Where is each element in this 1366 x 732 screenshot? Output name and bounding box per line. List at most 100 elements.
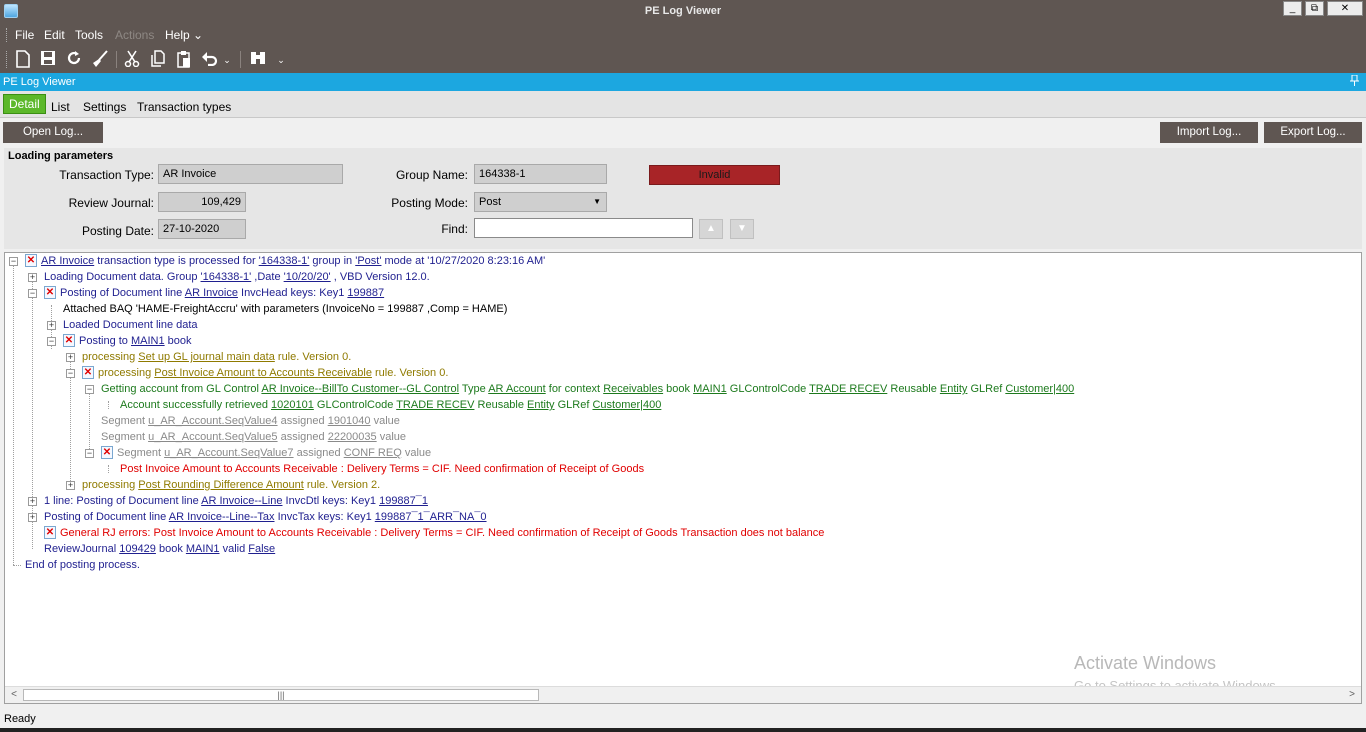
tab-strip: Detail List Settings Transaction types	[0, 91, 1366, 118]
posting-date-field[interactable]: 27-10-2020	[158, 219, 246, 239]
menu-actions: Actions	[115, 28, 155, 42]
tree-row[interactable]: ✕ AR Invoice transaction type is processe…	[25, 253, 545, 269]
toolbar-separator	[116, 51, 117, 68]
tree-row[interactable]: Attached BAQ 'HAME-FreightAccru' with pa…	[63, 301, 507, 317]
minimize-button[interactable]: _	[1283, 1, 1302, 16]
restore-button[interactable]: ⧉	[1305, 1, 1324, 16]
collapse-toggle[interactable]: −	[28, 289, 37, 298]
posting-mode-value: Post	[479, 196, 502, 208]
tree-row[interactable]: ✕ General RJ errors: Post Invoice Amount …	[44, 525, 824, 541]
horizontal-scrollbar[interactable]: < ||| >	[5, 686, 1361, 703]
window-title: PE Log Viewer	[644, 5, 722, 17]
expand-toggle[interactable]: +	[28, 273, 37, 282]
tree-row[interactable]: Segment u_AR_Account.SeqValue5 assigned …	[101, 429, 406, 445]
find-previous-button[interactable]: ▲	[699, 219, 723, 239]
tree-row[interactable]: processing Set up GL journal main data r…	[82, 349, 351, 365]
export-log-button[interactable]: Export Log...	[1264, 122, 1362, 143]
close-button[interactable]: ✕	[1327, 1, 1363, 16]
transaction-type-field[interactable]: AR Invoice	[158, 164, 343, 184]
binoculars-icon[interactable]	[248, 50, 268, 70]
tree-row[interactable]: ✕ Segment u_AR_Account.SeqValue7 assigned…	[101, 445, 431, 461]
menu-help[interactable]: Help ⌄	[165, 28, 203, 42]
tree-row[interactable]: ✕ Posting to MAIN1 book	[63, 333, 192, 349]
scroll-thumb[interactable]: |||	[23, 689, 539, 701]
menu-tools[interactable]: Tools	[75, 28, 103, 42]
new-document-icon[interactable]	[13, 50, 33, 70]
bottom-edge	[0, 728, 1366, 732]
expand-toggle[interactable]: +	[47, 321, 56, 330]
undo-dropdown-icon[interactable]: ⌄	[220, 50, 234, 70]
error-icon: ✕	[63, 333, 75, 347]
find-input[interactable]	[474, 218, 693, 238]
menu-grip	[6, 28, 8, 42]
tab-transaction-types[interactable]: Transaction types	[137, 100, 231, 114]
tree-row[interactable]: Loaded Document line data	[63, 317, 198, 333]
scroll-left-button[interactable]: <	[7, 688, 21, 702]
menu-bar: File Edit Tools Actions Help ⌄	[0, 23, 1366, 46]
tree-row[interactable]: ✕ Posting of Document line AR Invoice Inv…	[44, 285, 384, 301]
tree-row[interactable]: Account successfully retrieved 1020101 G…	[120, 397, 661, 413]
transaction-type-label: Transaction Type:	[59, 168, 154, 182]
toolbar: ⌄ ⌄	[0, 46, 1366, 73]
posting-mode-label: Posting Mode:	[391, 196, 468, 210]
tree-row[interactable]: processing Post Rounding Difference Amou…	[82, 477, 380, 493]
broom-icon[interactable]	[90, 50, 110, 70]
status-bar: Ready	[0, 710, 1366, 728]
import-log-button[interactable]: Import Log...	[1160, 122, 1258, 143]
activation-watermark-title: Activate Windows	[1074, 653, 1217, 673]
collapse-toggle[interactable]: −	[85, 385, 94, 394]
collapse-toggle[interactable]: −	[85, 449, 94, 458]
toolbar-grip	[6, 51, 8, 68]
collapse-toggle[interactable]: −	[9, 257, 18, 266]
collapse-toggle[interactable]: −	[66, 369, 75, 378]
pane-title: PE Log Viewer	[3, 76, 76, 88]
find-dropdown-icon[interactable]: ⌄	[274, 50, 288, 70]
copy-icon[interactable]	[148, 50, 168, 70]
error-icon: ✕	[101, 445, 113, 459]
tree-row[interactable]: Posting of Document line AR Invoice--Lin…	[44, 509, 487, 525]
tab-settings[interactable]: Settings	[83, 100, 126, 114]
expand-toggle[interactable]: +	[28, 513, 37, 522]
loading-parameters-header: Loading parameters	[8, 150, 114, 162]
scroll-right-button[interactable]: >	[1345, 688, 1359, 702]
review-journal-field[interactable]: 109,429	[158, 192, 246, 212]
error-icon: ✕	[44, 525, 56, 539]
dropdown-arrow-icon: ▼	[593, 197, 601, 206]
tree-row[interactable]: End of posting process.	[25, 557, 140, 573]
menu-file[interactable]: File	[15, 28, 34, 42]
find-next-button[interactable]: ▼	[730, 219, 754, 239]
error-icon: ✕	[25, 253, 37, 267]
error-icon: ✕	[44, 285, 56, 299]
group-name-field[interactable]: 164338-1	[474, 164, 607, 184]
log-tree[interactable]: − ✕ AR Invoice transaction type is proces…	[4, 252, 1362, 704]
tree-row[interactable]: Getting account from GL Control AR Invoi…	[101, 381, 1074, 397]
open-log-button[interactable]: Open Log...	[3, 122, 103, 143]
collapse-toggle[interactable]: −	[47, 337, 56, 346]
find-label: Find:	[441, 222, 468, 236]
status-badge: Invalid	[649, 165, 780, 185]
posting-mode-select[interactable]: Post ▼	[474, 192, 607, 212]
tree-row[interactable]: ReviewJournal 109429 book MAIN1 valid Fa…	[44, 541, 275, 557]
tree-row[interactable]: ✕ processing Post Invoice Amount to Accou…	[82, 365, 448, 381]
menu-edit[interactable]: Edit	[44, 28, 65, 42]
expand-toggle[interactable]: +	[66, 353, 75, 362]
posting-date-label: Posting Date:	[81, 224, 154, 238]
pane-header: PE Log Viewer	[0, 73, 1366, 91]
expand-toggle[interactable]: +	[28, 497, 37, 506]
expand-toggle[interactable]: +	[66, 481, 75, 490]
tree-row[interactable]: Post Invoice Amount to Accounts Receivab…	[120, 461, 644, 477]
tree-row[interactable]: Segment u_AR_Account.SeqValue4 assigned …	[101, 413, 400, 429]
undo-icon[interactable]	[200, 50, 220, 70]
loading-parameters-panel: Loading parameters Transaction Type: AR …	[4, 148, 1362, 249]
paste-icon[interactable]	[174, 50, 194, 70]
cut-icon[interactable]	[122, 50, 142, 70]
tree-row[interactable]: 1 line: Posting of Document line AR Invo…	[44, 493, 428, 509]
pin-icon[interactable]	[1350, 74, 1359, 89]
refresh-icon[interactable]	[64, 50, 84, 70]
tab-list[interactable]: List	[51, 100, 70, 114]
save-icon[interactable]	[38, 50, 58, 70]
tree-row[interactable]: Loading Document data. Group '164338-1' …	[44, 269, 430, 285]
title-bar: PE Log Viewer _ ⧉ ✕	[0, 0, 1366, 23]
tab-detail[interactable]: Detail	[3, 94, 46, 114]
error-icon: ✕	[82, 365, 94, 379]
